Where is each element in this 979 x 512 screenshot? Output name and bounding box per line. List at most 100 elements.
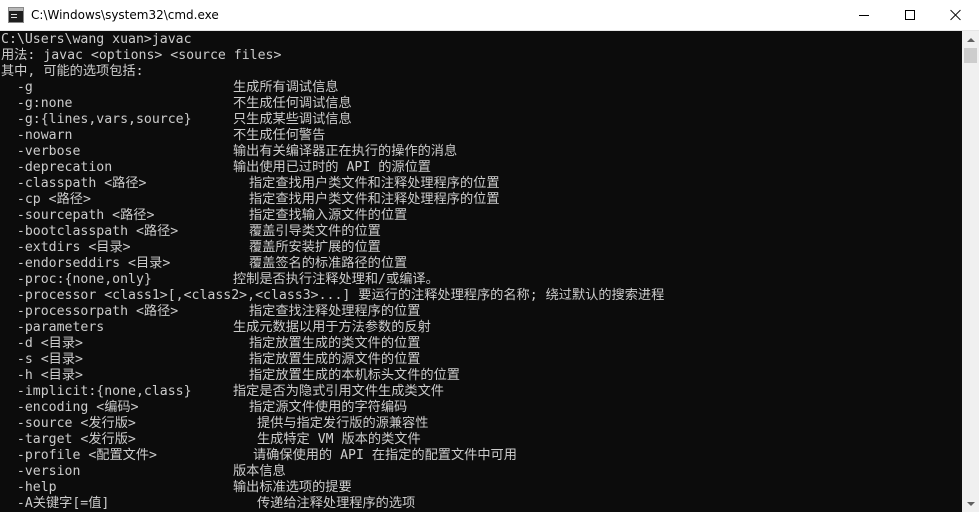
option-description: 覆盖签名的标准路径的位置	[249, 256, 408, 271]
option-text: -source <发行版>	[1, 416, 136, 431]
option-description: 指定源文件使用的字符编码	[249, 400, 408, 415]
console-line: -bootclasspath <路径> 覆盖引导类文件的位置	[1, 224, 962, 240]
console-line: -g 生成所有调试信息	[1, 80, 962, 96]
option-text: 用法: javac <options> <source files>	[1, 48, 282, 63]
option-text: C:\Users\wang xuan>javac	[1, 32, 192, 47]
window-title: C:\Windows\system32\cmd.exe	[31, 8, 219, 22]
option-text: -profile <配置文件>	[1, 448, 157, 463]
option-text: -help	[1, 480, 57, 495]
option-text: -g:none	[1, 96, 73, 111]
option-text: -parameters	[1, 320, 105, 335]
option-text: -A关键字[=值]	[1, 496, 110, 511]
option-text: -cp <路径>	[1, 192, 91, 207]
console-line: -source <发行版> 提供与指定发行版的源兼容性	[1, 416, 962, 432]
option-text: -verbose	[1, 144, 81, 159]
option-text: -h <目录>	[1, 368, 83, 383]
option-text: -endorseddirs <目录>	[1, 256, 171, 271]
option-text: -extdirs <目录>	[1, 240, 131, 255]
console-line: -classpath <路径> 指定查找用户类文件和注释处理程序的位置	[1, 176, 962, 192]
option-description: 输出使用已过时的 API 的源位置	[233, 160, 431, 175]
console-lines: C:\Users\wang xuan>javac 用法: javac <optio…	[0, 31, 962, 512]
console-line: -deprecation 输出使用已过时的 API 的源位置	[1, 160, 962, 176]
option-text: -g:{lines,vars,source}	[1, 112, 192, 127]
option-description: 只生成某些调试信息	[233, 112, 352, 127]
console-line: -implicit:{none,class} 指定是否为隐式引用文件生成类文件	[1, 384, 962, 400]
console-line: -processorpath <路径> 指定查找注释处理程序的位置	[1, 304, 962, 320]
option-description: 指定查找用户类文件和注释处理程序的位置	[249, 176, 500, 191]
arrow-down-icon	[966, 501, 975, 506]
console-line: -proc:{none,only} 控制是否执行注释处理和/或编译。	[1, 272, 962, 288]
option-text: -encoding <编码>	[1, 400, 139, 415]
console-line: -A关键字[=值] 传递给注释处理程序的选项	[1, 496, 962, 512]
option-description: 指定查找用户类文件和注释处理程序的位置	[249, 192, 500, 207]
console-line: -g:none 不生成任何调试信息	[1, 96, 962, 112]
option-text: -classpath <路径>	[1, 176, 147, 191]
console-line: -processor <class1>[,<class2>,<class3>..…	[1, 288, 962, 304]
option-text: -s <目录>	[1, 352, 83, 367]
option-description: 生成特定 VM 版本的类文件	[257, 432, 421, 447]
console-line: -profile <配置文件> 请确保使用的 API 在指定的配置文件中可用	[1, 448, 962, 464]
scroll-up-button[interactable]	[962, 31, 979, 48]
option-description: 指定放置生成的本机标头文件的位置	[249, 368, 460, 383]
maximize-icon	[905, 10, 915, 20]
console-line: -d <目录> 指定放置生成的类文件的位置	[1, 336, 962, 352]
option-text: -sourcepath <路径>	[1, 208, 155, 223]
scroll-thumb[interactable]	[964, 48, 977, 63]
option-description: 指定查找注释处理程序的位置	[249, 304, 421, 319]
option-description: 输出标准选项的提要	[233, 480, 352, 495]
option-text: -processor <class1>[,<class2>,<class3>..…	[1, 288, 665, 303]
option-description: 指定放置生成的源文件的位置	[249, 352, 421, 367]
option-description: 传递给注释处理程序的选项	[257, 496, 416, 511]
option-description: 指定是否为隐式引用文件生成类文件	[233, 384, 444, 399]
console-line: -version 版本信息	[1, 464, 962, 480]
console-line: -h <目录> 指定放置生成的本机标头文件的位置	[1, 368, 962, 384]
console-output[interactable]: C:\Users\wang xuan>javac 用法: javac <optio…	[0, 31, 962, 512]
option-description: 请确保使用的 API 在指定的配置文件中可用	[253, 448, 517, 463]
maximize-button[interactable]	[887, 0, 933, 31]
option-description: 控制是否执行注释处理和/或编译。	[233, 272, 439, 287]
option-description: 指定查找输入源文件的位置	[249, 208, 408, 223]
console-line: 用法: javac <options> <source files>	[1, 48, 962, 64]
console-line: -nowarn 不生成任何警告	[1, 128, 962, 144]
option-text: -deprecation	[1, 160, 113, 175]
console-line: 其中, 可能的选项包括:	[1, 64, 962, 80]
console-line: -sourcepath <路径> 指定查找输入源文件的位置	[1, 208, 962, 224]
console-line: -verbose 输出有关编译器正在执行的操作的消息	[1, 144, 962, 160]
console-line: -encoding <编码> 指定源文件使用的字符编码	[1, 400, 962, 416]
console-line: -g:{lines,vars,source} 只生成某些调试信息	[1, 112, 962, 128]
console-line: -cp <路径> 指定查找用户类文件和注释处理程序的位置	[1, 192, 962, 208]
arrow-up-icon	[966, 37, 975, 42]
console-line: -s <目录> 指定放置生成的源文件的位置	[1, 352, 962, 368]
option-description: 不生成任何警告	[233, 128, 326, 143]
console-line: -target <发行版> 生成特定 VM 版本的类文件	[1, 432, 962, 448]
console-line: C:\Users\wang xuan>javac	[1, 32, 962, 48]
console-line: -parameters 生成元数据以用于方法参数的反射	[1, 320, 962, 336]
option-text: -processorpath <路径>	[1, 304, 179, 319]
scroll-down-button[interactable]	[962, 495, 979, 512]
console-line: -help 输出标准选项的提要	[1, 480, 962, 496]
option-text: 其中, 可能的选项包括:	[1, 64, 144, 79]
option-description: 不生成任何调试信息	[233, 96, 352, 111]
option-text: -version	[1, 464, 81, 479]
option-text: -proc:{none,only}	[1, 272, 152, 287]
option-description: 输出有关编译器正在执行的操作的消息	[233, 144, 458, 159]
console-line: -endorseddirs <目录> 覆盖签名的标准路径的位置	[1, 256, 962, 272]
option-description: 生成所有调试信息	[233, 80, 339, 95]
option-text: -implicit:{none,class}	[1, 384, 192, 399]
option-text: -bootclasspath <路径>	[1, 224, 179, 239]
minimize-button[interactable]	[841, 0, 887, 31]
close-icon	[950, 9, 962, 21]
minimize-icon	[859, 14, 869, 16]
option-text: -d <目录>	[1, 336, 83, 351]
option-text: -nowarn	[1, 128, 73, 143]
option-description: 生成元数据以用于方法参数的反射	[233, 320, 431, 335]
option-description: 版本信息	[233, 464, 286, 479]
option-text: -target <发行版>	[1, 432, 136, 447]
title-bar[interactable]: C:\Windows\system32\cmd.exe	[0, 0, 979, 31]
option-description: 提供与指定发行版的源兼容性	[257, 416, 429, 431]
close-button[interactable]	[933, 0, 979, 31]
console-line: -extdirs <目录> 覆盖所安装扩展的位置	[1, 240, 962, 256]
option-description: 覆盖引导类文件的位置	[249, 224, 381, 239]
option-description: 覆盖所安装扩展的位置	[249, 240, 381, 255]
vertical-scrollbar[interactable]	[962, 31, 979, 512]
